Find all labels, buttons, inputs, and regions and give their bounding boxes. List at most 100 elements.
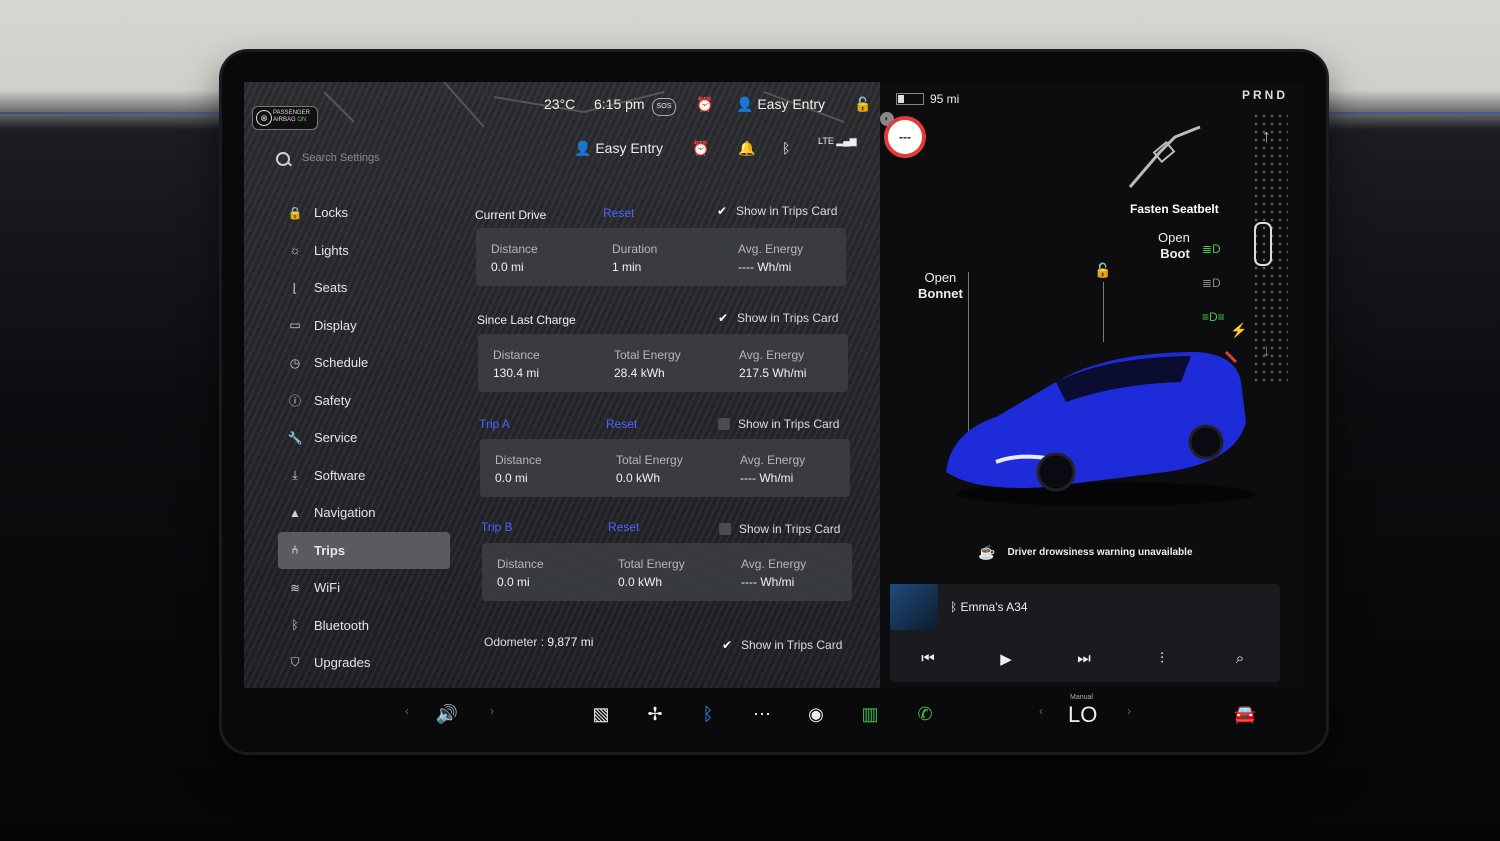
sidebar-item-label: Trips xyxy=(314,542,346,558)
car-render[interactable] xyxy=(936,322,1256,512)
sidebar-item-label: Navigation xyxy=(314,505,376,521)
sidebar-item-display[interactable]: ▭ Display xyxy=(278,307,450,345)
sidebar-item-trips[interactable]: ⑃ Trips xyxy=(278,531,450,569)
chevron-right-icon[interactable]: › xyxy=(479,704,505,718)
open-boot-button[interactable]: Open Boot xyxy=(1158,230,1190,262)
wifi-icon: ≋ xyxy=(289,580,301,595)
trip-a-distance: Distance 0.0 mi xyxy=(495,453,542,485)
arrow-up-icon: ↑ xyxy=(1262,126,1271,146)
trip-a-show-checkbox[interactable]: Show in Trips Card xyxy=(718,417,839,431)
sidebar-item-label: Software xyxy=(314,467,366,483)
bluetooth-icon[interactable]: ᛒ xyxy=(782,140,790,156)
notes-app-icon[interactable]: ▧ xyxy=(588,704,614,725)
clock: 6:15 pm xyxy=(594,96,645,112)
alarm-icon[interactable]: ⏰ xyxy=(692,140,709,157)
sidebar-item-safety[interactable]: ⓘ Safety xyxy=(278,382,450,420)
speed-limit-sign: --- xyxy=(884,116,926,158)
person-icon: 👤 xyxy=(574,140,592,156)
trip-b-show-checkbox[interactable]: Show in Trips Card xyxy=(719,522,840,536)
info-icon: ⓘ xyxy=(288,393,301,408)
check-icon: ✔ xyxy=(717,311,729,325)
previous-track-button[interactable]: ⏮ xyxy=(918,650,938,667)
bluetooth-app-icon[interactable]: ᛒ xyxy=(695,704,721,725)
fog-light-icon: ≣D xyxy=(1202,276,1221,290)
trip-b-card: Distance 0.0 mi Total Energy 0.0 kWh Avg. … xyxy=(482,543,852,601)
sidebar-item-bluetooth[interactable]: ᛒ Bluetooth xyxy=(278,607,450,645)
seat-icon: ⌊ xyxy=(292,280,298,295)
odometer-show-checkbox[interactable]: ✔ Show in Trips Card xyxy=(721,638,842,652)
arrow-down-icon: ↓ xyxy=(1262,340,1271,360)
energy-app-icon[interactable]: ▥ xyxy=(857,704,883,725)
trip-a-title: Trip A xyxy=(479,417,510,431)
lock-icon[interactable]: 🔓 xyxy=(854,96,871,113)
sidebar-item-wifi[interactable]: ≋ WiFi xyxy=(278,569,450,607)
clock-icon: ◷ xyxy=(289,355,301,370)
sidebar-item-navigation[interactable]: ▲ Navigation xyxy=(278,494,450,532)
open-bonnet-button[interactable]: Open Bonnet xyxy=(918,270,963,302)
next-track-button[interactable]: ⏭ xyxy=(1074,650,1094,667)
fan-icon[interactable]: ✢ xyxy=(642,704,668,725)
chevron-left-icon[interactable]: ‹ xyxy=(394,704,420,718)
sidebar-item-schedule[interactable]: ◷ Schedule xyxy=(278,344,450,382)
sidebar-item-seats[interactable]: ⌊ Seats xyxy=(278,269,450,307)
more-apps-icon[interactable]: ⋯ xyxy=(749,704,775,725)
sidebar-item-lights[interactable]: ☼ Lights xyxy=(278,232,450,270)
sidebar-item-locks[interactable]: 🔒 Locks xyxy=(278,194,450,232)
sidebar-item-label: Lights xyxy=(314,242,349,258)
sidebar-item-upgrades[interactable]: ⛉ Upgrades xyxy=(278,644,450,682)
phone-icon[interactable]: ✆ xyxy=(912,704,938,725)
since-charge-total-energy: Total Energy 28.4 kWh xyxy=(614,348,681,380)
track-source: ᛒ Emma's A34 xyxy=(950,600,1028,614)
trip-b-avg-energy: Avg. Energy ---- Wh/mi xyxy=(741,557,807,589)
gear-selector[interactable]: PRND xyxy=(1242,88,1288,102)
sidebar-item-label: Locks xyxy=(314,205,348,221)
current-duration: Duration 1 min xyxy=(612,242,658,274)
since-charge-show-checkbox[interactable]: ✔ Show in Trips Card xyxy=(717,311,838,325)
settings-pane: ⊗ PASSENGER AIRBAG ON 23°C 6:15 pm SOS ⏰… xyxy=(244,82,880,688)
sidebar-item-software[interactable]: ⤓ Software xyxy=(278,457,450,495)
alarm-icon[interactable]: ⏰ xyxy=(696,96,713,113)
current-drive-title: Current Drive xyxy=(475,208,547,222)
climate-temperature[interactable]: LO xyxy=(1068,702,1097,728)
sidebar-item-label: Display xyxy=(314,317,357,333)
current-distance: Distance 0.0 mi xyxy=(491,242,538,274)
equalizer-icon[interactable]: ⫶ xyxy=(1152,650,1172,667)
play-button[interactable]: ▶ xyxy=(996,650,1016,668)
touchscreen: ⊗ PASSENGER AIRBAG ON 23°C 6:15 pm SOS ⏰… xyxy=(244,82,1304,742)
trip-b-title: Trip B xyxy=(481,520,513,534)
since-charge-distance: Distance 130.4 mi xyxy=(493,348,540,380)
current-drive-show-checkbox[interactable]: ✔ Show in Trips Card xyxy=(716,204,837,218)
chevron-left-icon[interactable]: ‹ xyxy=(1028,704,1054,718)
coffee-icon: ☕ xyxy=(978,544,996,560)
headlight-icon: ≣D xyxy=(1202,242,1221,256)
checkbox-empty xyxy=(719,523,731,535)
trip-a-avg-energy: Avg. Energy ---- Wh/mi xyxy=(740,453,806,485)
camera-icon[interactable]: ◉ xyxy=(803,704,829,725)
volume-icon[interactable]: 🔊 xyxy=(434,704,460,725)
search-icon[interactable] xyxy=(276,152,290,166)
search-input[interactable]: Search Settings xyxy=(302,152,380,164)
album-art[interactable] xyxy=(890,584,938,630)
person-icon: 👤 xyxy=(736,96,754,112)
profile-subheader[interactable]: 👤 Easy Entry xyxy=(574,140,663,157)
charge-icon: ⚡ xyxy=(1230,322,1248,338)
profile-button[interactable]: 👤 Easy Entry xyxy=(736,96,825,113)
since-charge-avg-energy: Avg. Energy 217.5 Wh/mi xyxy=(739,348,807,380)
trip-a-reset-button[interactable]: Reset xyxy=(606,417,637,431)
drowsiness-warning: ☕ Driver drowsiness warning unavailable xyxy=(978,544,1193,560)
headlight-indicators: ≣D ≣D ≡D≡ xyxy=(1202,232,1225,334)
sidebar-item-label: Upgrades xyxy=(314,655,371,671)
airbag-status: AIRBAG ON xyxy=(273,117,307,123)
chevron-right-icon[interactable]: › xyxy=(1116,704,1142,718)
car-icon[interactable]: 🚘 xyxy=(1232,704,1258,725)
sidebar-item-service[interactable]: 🔧 Service xyxy=(278,419,450,457)
trip-a-card: Distance 0.0 mi Total Energy 0.0 kWh Avg. … xyxy=(480,439,850,497)
bell-icon[interactable]: 🔔 xyxy=(738,140,755,157)
current-drive-reset-button[interactable]: Reset xyxy=(603,206,634,220)
trip-b-total-energy: Total Energy 0.0 kWh xyxy=(618,557,685,589)
search-icon[interactable]: ⌕ xyxy=(1230,650,1250,667)
sidebar-item-label: Safety xyxy=(314,392,351,408)
unlock-icon[interactable]: 🔓 xyxy=(1094,262,1111,279)
sos-button[interactable]: SOS xyxy=(652,98,676,116)
trip-b-reset-button[interactable]: Reset xyxy=(608,520,639,534)
